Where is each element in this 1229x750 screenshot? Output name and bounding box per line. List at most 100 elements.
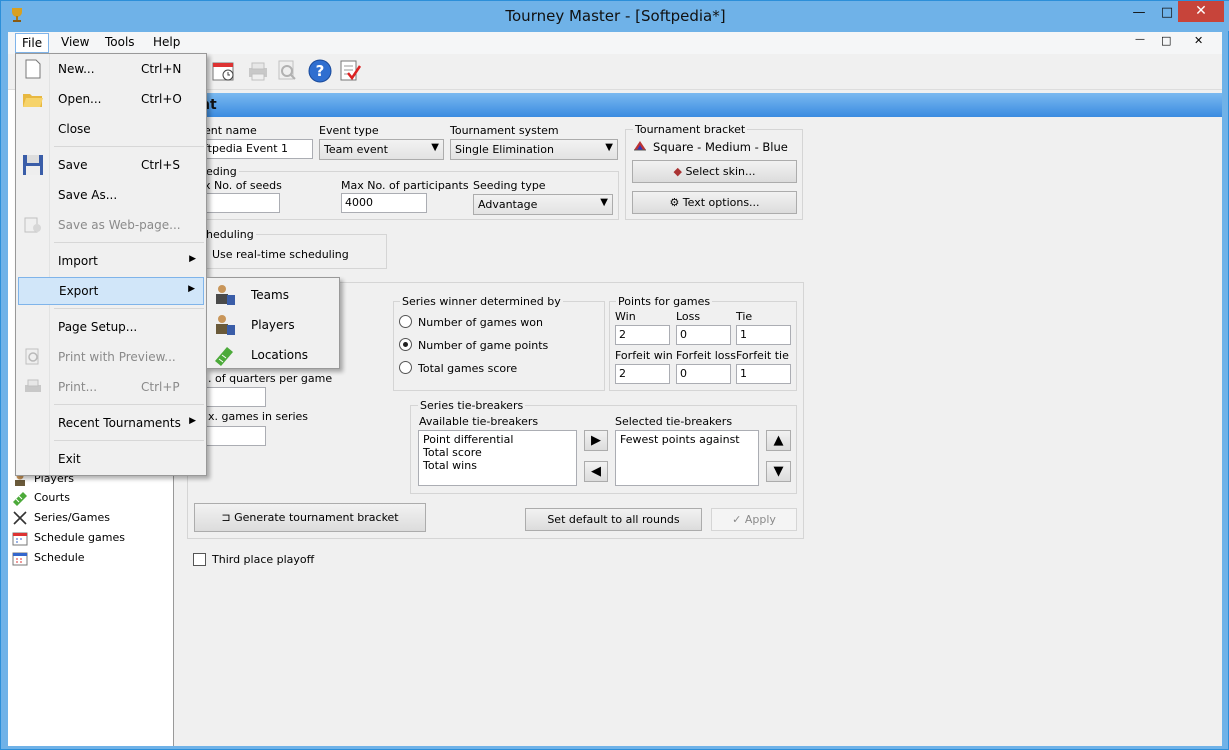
menu-item-export[interactable]: Export ▶ bbox=[18, 277, 204, 305]
minimize-button[interactable]: — bbox=[1125, 5, 1153, 27]
scheduling-label: heduling bbox=[204, 228, 256, 241]
gear-icon: ⚙ bbox=[669, 196, 683, 209]
sidebar-item-series-games[interactable]: Series/Games bbox=[34, 511, 110, 524]
export-players-label: Players bbox=[251, 318, 295, 332]
menu-item-exit[interactable]: Exit bbox=[18, 445, 204, 473]
selected-tie-breakers-list[interactable]: Fewest points against bbox=[615, 430, 759, 486]
sidebar-item-schedule[interactable]: Schedule bbox=[34, 551, 85, 564]
menu-item-print-preview: Print with Preview... bbox=[18, 343, 204, 371]
tie-breakers-label: Series tie-breakers bbox=[418, 399, 526, 412]
max-participants-input[interactable]: 4000 bbox=[341, 193, 427, 213]
export-players[interactable]: Players bbox=[209, 310, 337, 338]
event-name-label: ent name bbox=[204, 124, 257, 137]
move-right-button[interactable]: ▶ bbox=[584, 430, 608, 451]
close-button[interactable]: ✕ bbox=[1178, 1, 1224, 22]
menu-item-import[interactable]: Import ▶ bbox=[18, 247, 204, 275]
series-winner-label: Series winner determined by bbox=[400, 295, 563, 308]
menu-help[interactable]: Help bbox=[153, 35, 180, 49]
available-tie-breakers-label: Available tie-breakers bbox=[419, 415, 539, 428]
checklist-icon[interactable] bbox=[338, 59, 362, 83]
arrow-up-icon: ▲ bbox=[773, 433, 784, 448]
move-up-button[interactable]: ▲ bbox=[766, 430, 791, 451]
menu-tools[interactable]: Tools bbox=[105, 35, 135, 49]
tournament-system-label: Tournament system bbox=[450, 124, 559, 137]
event-type-select[interactable]: Team event ▼ bbox=[319, 139, 444, 160]
select-skin-button[interactable]: ◆ Select skin... bbox=[632, 160, 797, 183]
menu-item-recent[interactable]: Recent Tournaments ▶ bbox=[18, 409, 204, 437]
event-name-input[interactable]: ftpedia Event 1 bbox=[200, 139, 313, 159]
max-games-series-input[interactable] bbox=[204, 426, 266, 446]
schedule-calendar-icon[interactable] bbox=[211, 59, 235, 83]
total-score-label[interactable]: Total games score bbox=[418, 362, 517, 375]
move-left-button[interactable]: ◀ bbox=[584, 461, 608, 482]
menu-item-save[interactable]: Save Ctrl+S bbox=[18, 151, 204, 179]
printer-icon bbox=[24, 378, 42, 396]
sidebar-item-courts[interactable]: Courts bbox=[34, 491, 70, 504]
export-teams[interactable]: Teams bbox=[209, 280, 337, 308]
help-icon[interactable]: ? bbox=[308, 59, 332, 83]
export-locations[interactable]: Locations bbox=[209, 340, 337, 368]
forfeit-tie-input[interactable]: 1 bbox=[736, 364, 791, 384]
list-item[interactable]: Fewest points against bbox=[620, 433, 754, 446]
max-seeds-label: x No. of seeds bbox=[204, 179, 282, 192]
list-item[interactable]: Point differential bbox=[423, 433, 572, 446]
total-score-radio[interactable] bbox=[399, 361, 412, 374]
maximize-button[interactable]: □ bbox=[1153, 5, 1181, 27]
generate-bracket-label: Generate tournament bracket bbox=[234, 511, 399, 524]
points-for-games-label: Points for games bbox=[616, 295, 713, 308]
move-down-button[interactable]: ▼ bbox=[766, 461, 791, 482]
third-place-checkbox[interactable] bbox=[193, 553, 206, 566]
menu-item-save-web-label: Save as Web-page... bbox=[58, 218, 181, 232]
menu-item-new[interactable]: New... Ctrl+N bbox=[18, 55, 204, 83]
window-title: Tourney Master - [Softpedia*] bbox=[505, 7, 726, 25]
generate-bracket-button[interactable]: ⊐ Generate tournament bracket bbox=[194, 503, 426, 532]
game-points-label[interactable]: Number of game points bbox=[418, 339, 548, 352]
shortcut-label: Ctrl+N bbox=[141, 62, 182, 76]
sidebar-item-schedule-games[interactable]: Schedule games bbox=[34, 531, 125, 544]
games-won-label[interactable]: Number of games won bbox=[418, 316, 543, 329]
check-icon: ✓ bbox=[732, 513, 745, 526]
loss-input[interactable]: 0 bbox=[676, 325, 731, 345]
menu-item-new-label: New... bbox=[58, 62, 95, 76]
menu-item-import-label: Import bbox=[58, 254, 98, 268]
text-options-button[interactable]: ⚙ Text options... bbox=[632, 191, 797, 214]
title-bar: Tourney Master - [Softpedia*] — □ ✕ bbox=[1, 1, 1229, 31]
save-disk-icon bbox=[22, 154, 44, 176]
menu-item-save-as-label: Save As... bbox=[58, 188, 118, 202]
tie-input[interactable]: 1 bbox=[736, 325, 791, 345]
seeding-type-select[interactable]: Advantage ▼ bbox=[473, 194, 613, 215]
menu-item-page-setup[interactable]: Page Setup... bbox=[18, 313, 204, 341]
inner-minimize-icon[interactable]: — bbox=[1135, 34, 1145, 45]
realtime-scheduling-label[interactable]: Use real-time scheduling bbox=[212, 248, 349, 261]
forfeit-win-input[interactable]: 2 bbox=[615, 364, 670, 384]
forfeit-loss-input[interactable]: 0 bbox=[676, 364, 731, 384]
palette-icon: ◆ bbox=[673, 165, 686, 178]
menu-item-close[interactable]: Close bbox=[18, 115, 204, 143]
max-seeds-input[interactable] bbox=[200, 193, 280, 213]
inner-close-icon[interactable]: ✕ bbox=[1194, 34, 1203, 47]
inner-restore-icon[interactable]: □ bbox=[1161, 34, 1171, 47]
game-points-radio[interactable] bbox=[399, 338, 412, 351]
menu-item-open[interactable]: Open... Ctrl+O bbox=[18, 85, 204, 113]
list-item[interactable]: Total wins bbox=[423, 459, 572, 472]
third-place-label[interactable]: Third place playoff bbox=[212, 553, 314, 566]
quarters-per-game-label: . of quarters per game bbox=[208, 372, 333, 385]
list-item[interactable]: Total score bbox=[423, 446, 572, 459]
menu-file[interactable]: File bbox=[15, 33, 50, 53]
teams-icon bbox=[213, 283, 237, 307]
menu-item-save-as[interactable]: Save As... bbox=[18, 181, 204, 209]
available-tie-breakers-list[interactable]: Point differential Total score Total win… bbox=[418, 430, 577, 486]
win-input[interactable]: 2 bbox=[615, 325, 670, 345]
menu-view[interactable]: View bbox=[61, 35, 89, 49]
print-icon[interactable] bbox=[246, 59, 270, 83]
apply-button[interactable]: ✓ Apply bbox=[711, 508, 797, 531]
tournament-system-select[interactable]: Single Elimination ▼ bbox=[450, 139, 618, 160]
set-default-button[interactable]: Set default to all rounds bbox=[525, 508, 702, 531]
max-games-series-label: x. games in series bbox=[208, 410, 309, 423]
tie-label: Tie bbox=[736, 310, 753, 323]
preview-icon[interactable] bbox=[275, 59, 299, 83]
apply-label: Apply bbox=[744, 513, 776, 526]
tournament-bracket-label: Tournament bracket bbox=[633, 123, 748, 136]
games-won-radio[interactable] bbox=[399, 315, 412, 328]
quarters-per-game-input[interactable] bbox=[204, 387, 266, 407]
